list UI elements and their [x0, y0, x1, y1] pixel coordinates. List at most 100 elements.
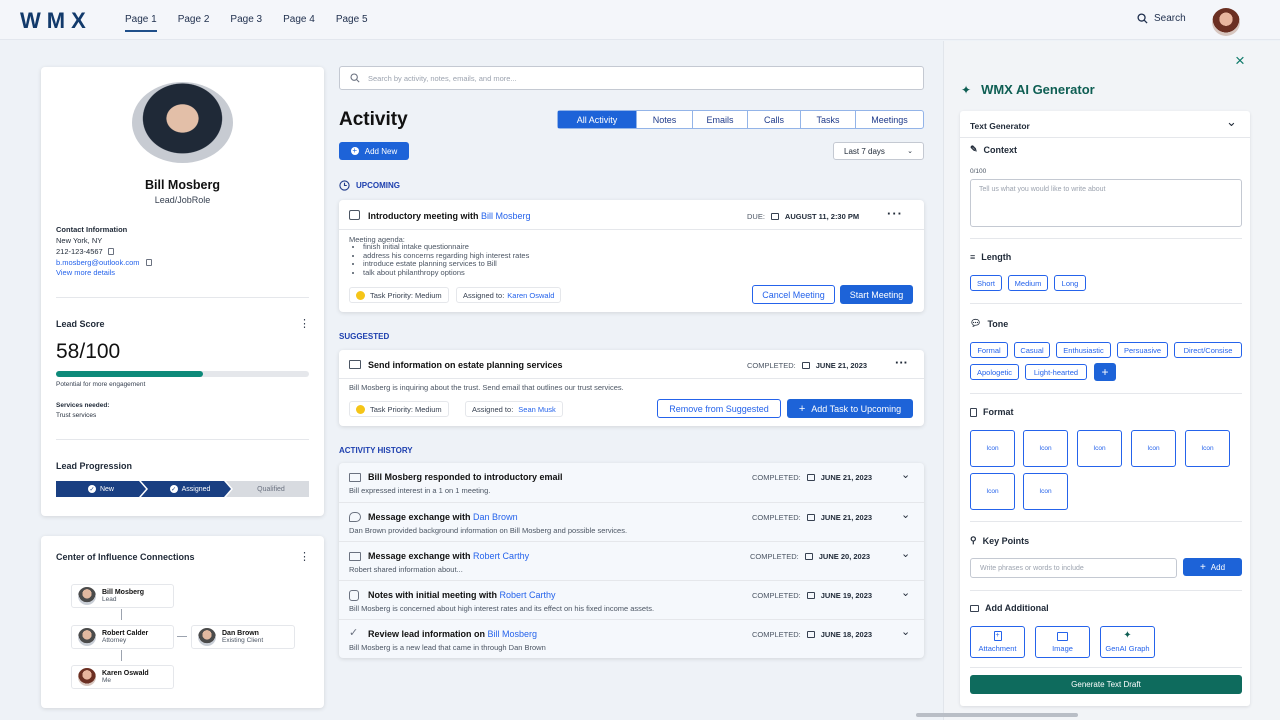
- upcoming-title-link[interactable]: Bill Mosberg: [481, 211, 531, 221]
- tone-casual[interactable]: Casual: [1014, 342, 1050, 358]
- context-textarea[interactable]: Tell us what you would like to write abo…: [970, 179, 1242, 227]
- nav-page-3[interactable]: Page 3: [230, 14, 262, 32]
- history-row[interactable]: ✓ Review lead information on Bill Mosber…: [339, 619, 924, 658]
- key-points-header: ⚲ Key Points: [970, 535, 1029, 546]
- score-note: Potential for more engagement: [56, 381, 146, 388]
- ai-header: ✦ WMX AI Generator: [961, 82, 1095, 97]
- step-assigned[interactable]: ✓ Assigned: [148, 481, 232, 497]
- tab-all-activity[interactable]: All Activity: [558, 111, 636, 128]
- history-title-link[interactable]: Robert Carthy: [500, 590, 556, 600]
- format-option[interactable]: Icon: [1185, 430, 1230, 467]
- sparkle-icon: ✦: [1123, 630, 1132, 641]
- key-points-input[interactable]: Write phrases or words to include: [970, 558, 1177, 578]
- more-icon[interactable]: ⋮: [299, 550, 310, 563]
- coi-title: Center of Influence Connections: [56, 552, 195, 562]
- coi-person-dan[interactable]: Dan Brown Existing Client: [191, 625, 295, 649]
- step-qualified[interactable]: Qualified: [233, 481, 309, 497]
- cancel-meeting-button[interactable]: Cancel Meeting: [752, 285, 835, 304]
- priority-text: Task Priority: Medium: [370, 290, 442, 300]
- activity-search[interactable]: Search by activity, notes, emails, and m…: [339, 66, 924, 90]
- format-option[interactable]: Icon: [970, 430, 1015, 467]
- user-avatar[interactable]: [1212, 8, 1240, 36]
- suggested-label: SUGGESTED: [339, 332, 390, 341]
- format-option[interactable]: Icon: [1131, 430, 1176, 467]
- generate-button[interactable]: Generate Text Draft: [970, 675, 1242, 694]
- history-title-text: Bill Mosberg responded to introductory e…: [368, 472, 563, 482]
- key-points-add-button[interactable]: + Add: [1183, 558, 1242, 576]
- history-row[interactable]: Notes with initial meeting with Robert C…: [339, 580, 924, 619]
- format-option[interactable]: Icon: [1023, 430, 1068, 467]
- context-header: ✎ Context: [970, 144, 1017, 155]
- coi-person-karen[interactable]: Karen Oswald Me: [71, 665, 174, 689]
- copy-icon[interactable]: [107, 248, 114, 255]
- tone-apologetic[interactable]: Apologetic: [970, 364, 1019, 380]
- length-short[interactable]: Short: [970, 275, 1002, 291]
- coi-role: Me: [102, 677, 112, 684]
- divider: [970, 303, 1242, 304]
- format-option[interactable]: Icon: [970, 473, 1015, 510]
- tone-light-hearted[interactable]: Light-hearted: [1025, 364, 1087, 380]
- history-row[interactable]: Bill Mosberg responded to introductory e…: [339, 463, 924, 502]
- length-medium[interactable]: Medium: [1008, 275, 1048, 291]
- coi-person-robert[interactable]: Robert Calder Attorney: [71, 625, 174, 649]
- history-title-link[interactable]: Robert Carthy: [473, 551, 529, 561]
- tab-meetings[interactable]: Meetings: [855, 111, 923, 128]
- search-label: Search: [1154, 13, 1186, 24]
- priority-text: Task Priority: Medium: [370, 404, 442, 414]
- tone-direct[interactable]: Direct/Consise: [1174, 342, 1242, 358]
- tab-calls[interactable]: Calls: [747, 111, 800, 128]
- copy-icon[interactable]: [145, 259, 152, 266]
- contact-email[interactable]: b.mosberg@outlook.com: [56, 258, 140, 267]
- more-horizontal-icon[interactable]: ···: [887, 206, 903, 221]
- add-attachment[interactable]: + Attachment: [970, 626, 1025, 658]
- suggested-title[interactable]: Send information on estate planning serv…: [368, 360, 563, 370]
- more-icon[interactable]: ⋮: [299, 317, 310, 330]
- history-row[interactable]: Message exchange with Robert Carthy Robe…: [339, 541, 924, 580]
- upcoming-title[interactable]: Introductory meeting with Bill Mosberg: [368, 211, 531, 221]
- tone-formal[interactable]: Formal: [970, 342, 1008, 358]
- assigned-name[interactable]: Karen Oswald: [507, 291, 554, 300]
- add-tone-button[interactable]: +: [1094, 363, 1116, 381]
- divider: [960, 137, 1250, 138]
- nav-page-1[interactable]: Page 1: [125, 14, 157, 32]
- nav-page-4[interactable]: Page 4: [283, 14, 315, 32]
- add-image[interactable]: Image: [1035, 626, 1090, 658]
- more-horizontal-icon[interactable]: ···: [895, 355, 908, 370]
- chevron-down-icon[interactable]: ⌄: [901, 625, 910, 638]
- add-new-button[interactable]: + Add New: [339, 142, 409, 160]
- start-meeting-button[interactable]: Start Meeting: [840, 285, 913, 304]
- tab-emails[interactable]: Emails: [692, 111, 747, 128]
- tone-persuasive[interactable]: Persuasive: [1117, 342, 1168, 358]
- coi-name: Bill Mosberg: [102, 589, 145, 596]
- remove-suggested-button[interactable]: Remove from Suggested: [657, 399, 781, 418]
- add-task-button[interactable]: + Add Task to Upcoming: [787, 399, 913, 418]
- chevron-down-icon[interactable]: ⌄: [901, 547, 910, 560]
- tab-notes[interactable]: Notes: [636, 111, 692, 128]
- coi-person-bill[interactable]: Bill Mosberg Lead: [71, 584, 174, 608]
- tone-enthusiastic[interactable]: Enthusiastic: [1056, 342, 1111, 358]
- history-title-link[interactable]: Bill Mosberg: [488, 629, 538, 639]
- tab-tasks[interactable]: Tasks: [800, 111, 855, 128]
- view-more-link[interactable]: View more details: [56, 268, 115, 277]
- history-row[interactable]: Message exchange with Dan Brown Dan Brow…: [339, 502, 924, 541]
- close-icon[interactable]: ×: [1235, 51, 1245, 71]
- nav-page-5[interactable]: Page 5: [336, 14, 368, 32]
- nav-page-2[interactable]: Page 2: [178, 14, 210, 32]
- history-title-link[interactable]: Dan Brown: [473, 512, 518, 522]
- chevron-down-icon[interactable]: ⌄: [901, 468, 910, 481]
- date-range-select[interactable]: Last 7 days ⌄: [833, 142, 924, 160]
- format-option[interactable]: Icon: [1077, 430, 1122, 467]
- chevron-down-icon[interactable]: ⌄: [901, 586, 910, 599]
- divider: [970, 590, 1242, 591]
- step-new[interactable]: ✓ New: [56, 481, 146, 497]
- assigned-name[interactable]: Sean Musk: [518, 405, 556, 414]
- chat-icon: [349, 512, 361, 522]
- horizontal-scrollbar[interactable]: [916, 713, 1078, 717]
- top-search[interactable]: Search: [1137, 13, 1186, 24]
- length-long[interactable]: Long: [1054, 275, 1086, 291]
- chevron-down-icon[interactable]: ⌄: [901, 508, 910, 521]
- add-genai-graph[interactable]: ✦ GenAI Graph: [1100, 626, 1155, 658]
- format-option[interactable]: Icon: [1023, 473, 1068, 510]
- chevron-down-icon[interactable]: ⌄: [1226, 114, 1237, 130]
- logo[interactable]: WMX: [20, 8, 92, 34]
